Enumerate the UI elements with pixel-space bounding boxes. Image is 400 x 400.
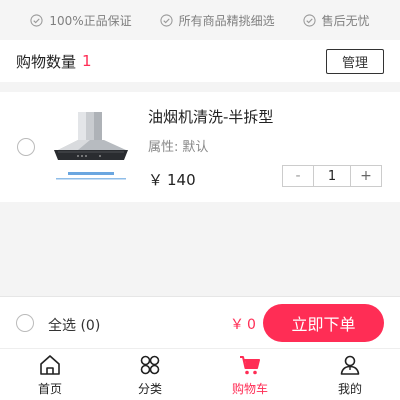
nav-item-home[interactable]: 首页 — [0, 349, 100, 400]
check-circle-icon — [303, 13, 316, 27]
guarantee-label: 100%正品保证 — [49, 13, 132, 28]
guarantee-label: 所有商品精挑细选 — [178, 13, 275, 28]
nav-label: 首页 — [37, 382, 62, 396]
item-title[interactable]: 油烟机清洗-半拆型 — [148, 106, 273, 127]
quantity-minus-button[interactable]: - — [283, 166, 313, 186]
cart-count-bar: 购物数量 1 管理 — [0, 40, 400, 82]
item-attribute: 属性: 默认 — [148, 136, 208, 155]
cart-count-label: 购物数量 — [16, 52, 77, 71]
nav-label: 我的 — [337, 382, 362, 396]
nav-label: 分类 — [137, 382, 162, 396]
guarantee-bar: 100%正品保证 所有商品精挑细选 售后无忧 — [0, 0, 400, 40]
item-attribute-label: 属性: — [148, 140, 179, 155]
item-price-value: 140 — [167, 171, 196, 189]
guarantee-item: 所有商品精挑细选 — [160, 12, 275, 29]
check-circle-icon — [30, 13, 43, 27]
nav-item-cart[interactable]: 购物车 — [200, 349, 300, 400]
guarantee-label: 售后无忧 — [321, 13, 370, 28]
select-all-checkbox[interactable] — [16, 314, 34, 332]
manage-button[interactable]: 管理 — [326, 49, 384, 74]
nav-item-category[interactable]: 分类 — [100, 349, 200, 400]
quantity-stepper: - 1 + — [282, 165, 382, 187]
guarantee-item: 售后无忧 — [303, 12, 370, 29]
cart-item: 油烟机清洗-半拆型 属性: 默认 ￥ 140 - 1 + — [0, 92, 400, 202]
nav-label: 购物车 — [231, 382, 268, 396]
total-currency: ￥ — [230, 317, 244, 333]
nav-item-profile[interactable]: 我的 — [300, 349, 400, 400]
quantity-plus-button[interactable]: + — [351, 166, 381, 186]
total-value: 0 — [247, 317, 256, 333]
cart-count-value: 1 — [82, 52, 92, 70]
item-attribute-value: 默认 — [182, 140, 209, 155]
bottom-nav: 首页 分类 购物车 我的 — [0, 348, 400, 400]
item-select-checkbox[interactable] — [17, 138, 35, 156]
checkout-bar: 全选 (0) ￥ 0 立即下单 — [0, 296, 400, 348]
total-price: ￥ 0 — [230, 314, 256, 334]
item-price-currency: ￥ — [148, 171, 164, 189]
item-price: ￥ 140 — [148, 169, 196, 190]
check-circle-icon — [160, 13, 173, 27]
place-order-button[interactable]: 立即下单 — [263, 304, 384, 342]
category-icon — [140, 355, 160, 375]
quantity-input[interactable]: 1 — [313, 166, 351, 186]
user-icon — [340, 355, 360, 375]
guarantee-item: 100%正品保证 — [30, 12, 132, 29]
range-hood-image[interactable] — [48, 104, 134, 190]
select-all-label[interactable]: 全选 (0) — [48, 315, 100, 335]
home-icon — [40, 355, 60, 375]
cart-icon — [240, 356, 260, 375]
